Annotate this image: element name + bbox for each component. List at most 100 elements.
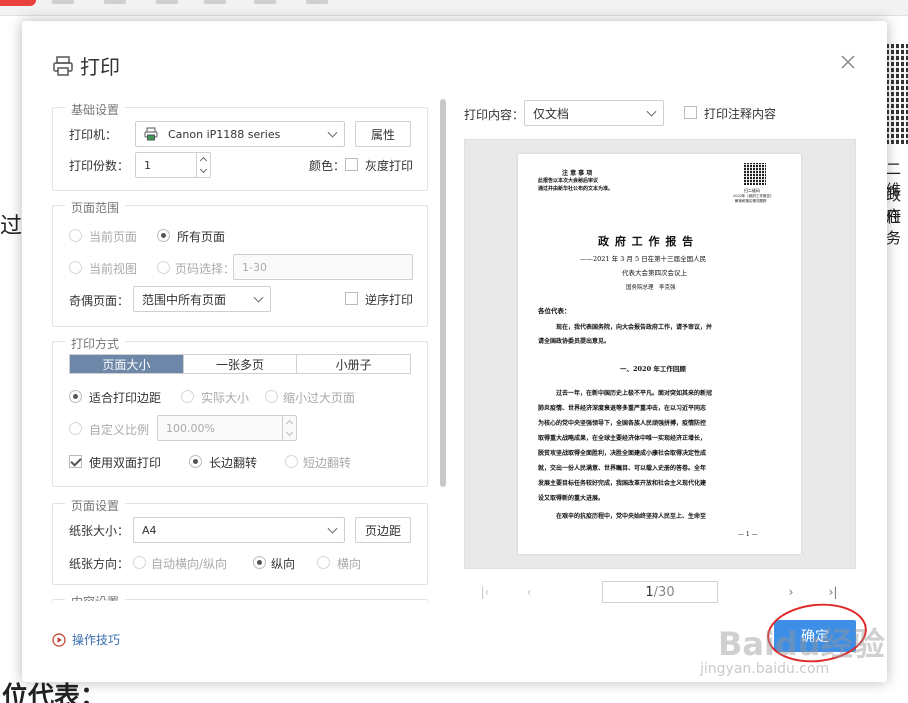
doc-body-line: 就，交出一份人民满意、世界瞩目、可以载入史册的答卷。全年: [538, 465, 707, 472]
current-view-radio[interactable]: [69, 261, 82, 274]
doc-paragraph: 现在，我代表国务院，向大会报告政府工作，请予审议，并: [556, 324, 713, 331]
doc-title: 政 府 工 作 报 告: [598, 235, 695, 248]
print-content-select[interactable]: 仅文档: [524, 100, 664, 126]
doc-greeting: 各位代表：: [538, 307, 571, 315]
paper-size-label: 纸张大小：: [69, 524, 130, 538]
page-select-radio[interactable]: [157, 261, 170, 274]
page-number-input[interactable]: 1/30: [602, 581, 718, 603]
page-setup-group: 页面设置 纸张大小： A4 页边距 纸张方向： 自动横向/纵向 纵向 横向: [52, 497, 428, 585]
tab-booklet[interactable]: 小册子: [296, 355, 410, 373]
current-page-radio[interactable]: [69, 229, 82, 242]
print-mode-group: 打印方式 页面大小 一张多页 小册子 适合打印边距 实际大小 缩小过大页面 自定…: [52, 335, 428, 487]
auto-orientation-label: 自动横向/纵向: [151, 557, 228, 571]
color-label: 颜色：: [309, 159, 346, 173]
odd-even-select[interactable]: 范围中所有页面: [133, 286, 271, 312]
toolbar-item: [52, 0, 74, 4]
watermark-brand: Baidu经验: [718, 625, 885, 663]
duplex-checkbox[interactable]: [69, 455, 82, 468]
all-pages-label: 所有页面: [177, 230, 226, 244]
page-range-group: 页面范围 当前页面 所有页面 当前视图 页码选择： 1-30 奇偶页面： 范围中…: [52, 199, 428, 327]
stepper-arrows[interactable]: [282, 416, 296, 440]
first-page-icon[interactable]: |‹: [478, 585, 492, 599]
custom-scale-label: 自定义比例: [89, 423, 150, 437]
current-page: 1: [645, 584, 654, 600]
odd-even-label: 奇偶页面：: [69, 294, 130, 308]
fit-margin-radio[interactable]: [69, 390, 82, 403]
doc-body-line: 取得重大战略成果，在全球主要经济体中唯一实现经济正增长，: [538, 435, 707, 442]
copies-value: 1: [144, 158, 151, 172]
chevron-down-icon: [327, 523, 338, 534]
paper-size-select[interactable]: A4: [133, 517, 345, 543]
group-legend: 打印方式: [65, 335, 126, 352]
doc-subtitle: ——2021 年 3 月 5 日在第十三届全国人民: [580, 255, 707, 263]
group-legend: 基础设置: [65, 101, 126, 118]
grayscale-checkbox[interactable]: [345, 158, 358, 171]
next-page-icon[interactable]: ›: [784, 585, 798, 599]
orientation-label: 纸张方向：: [69, 557, 130, 571]
paper-size-value: A4: [142, 523, 157, 537]
current-page-label: 当前页面: [89, 230, 138, 244]
scale-stepper[interactable]: 100.00%: [157, 415, 297, 441]
preview-qr-code: [744, 163, 766, 185]
print-content-value: 仅文档: [533, 106, 570, 121]
play-icon: [52, 632, 66, 647]
printer-small-icon: [144, 127, 158, 141]
doc-body-line: 脱贫攻坚战取得全面胜利，决胜全面建成小康社会取得决定性成: [538, 450, 707, 457]
margin-button[interactable]: 页边距: [355, 517, 411, 543]
scale-value: 100.00%: [166, 421, 215, 435]
prev-page-icon[interactable]: ‹: [522, 585, 536, 599]
custom-scale-radio[interactable]: [69, 422, 82, 435]
print-comments-label: 打印注释内容: [704, 107, 777, 121]
chevron-down-icon: [646, 106, 657, 117]
portrait-radio[interactable]: [253, 556, 266, 569]
basic-settings-group: 基础设置 打印机： Canon iP1188 series 属性 打印份数： 1…: [52, 101, 428, 191]
fit-margin-label: 适合打印边距: [89, 391, 162, 405]
duplex-label: 使用双面打印: [89, 456, 162, 470]
background-toolbar: [0, 0, 908, 16]
group-legend: 内容设置: [65, 593, 126, 601]
properties-button[interactable]: 属性: [355, 121, 411, 147]
toolbar-item: [306, 0, 328, 4]
long-edge-radio[interactable]: [189, 455, 202, 468]
preview-page: 注 意 事 项 此报告以本次大会秘后审议 通过并由新华社公布的文本为准。 扫二维…: [518, 154, 801, 554]
toolbar-item: [156, 0, 178, 4]
doc-body-line: 为核心的党中央坚强领导下，全国各族人民顽强拼搏，疫情防控: [538, 420, 707, 427]
toolbar-item: [104, 0, 126, 4]
reverse-print-label: 逆序打印: [365, 293, 414, 307]
last-page-icon[interactable]: ›|: [826, 585, 840, 599]
settings-scrollbar[interactable]: [440, 99, 446, 487]
tab-page-size[interactable]: 页面大小: [70, 355, 183, 373]
chevron-down-icon: [253, 292, 264, 303]
total-pages: /30: [653, 584, 675, 600]
all-pages-radio[interactable]: [157, 229, 170, 242]
mode-tabs: 页面大小 一张多页 小册子: [69, 354, 411, 374]
qr-caption: 解读和落实情况跟踪: [735, 199, 767, 203]
page-number: — 1 —: [738, 531, 758, 538]
tips-link[interactable]: 操作技巧: [52, 631, 120, 648]
actual-size-radio[interactable]: [181, 390, 194, 403]
tab-multi-page[interactable]: 一张多页: [182, 355, 297, 373]
landscape-radio[interactable]: [317, 556, 330, 569]
grayscale-label: 灰度打印: [365, 159, 414, 173]
printer-select[interactable]: Canon iP1188 series: [135, 121, 345, 147]
reverse-print-checkbox[interactable]: [345, 292, 358, 305]
odd-even-value: 范围中所有页面: [142, 292, 227, 307]
doc-subtitle: 代表大会第四次会议上: [622, 269, 687, 277]
notice-line: 通过并由新华社公布的文本为准。: [538, 186, 614, 192]
background-qr-overlay: [886, 44, 908, 144]
short-edge-radio[interactable]: [285, 455, 298, 468]
page-select-label: 页码选择：: [175, 262, 236, 276]
short-edge-label: 短边翻转: [303, 456, 352, 470]
stepper-arrows[interactable]: [196, 153, 210, 177]
copies-stepper[interactable]: 1: [135, 152, 211, 178]
print-comments-checkbox[interactable]: [684, 106, 697, 119]
actual-size-label: 实际大小: [201, 391, 250, 405]
shrink-large-radio[interactable]: [265, 390, 278, 403]
page-range-input[interactable]: 1-30: [233, 254, 413, 280]
tips-link-text: 操作技巧: [72, 633, 121, 647]
auto-orientation-radio[interactable]: [133, 556, 146, 569]
close-icon[interactable]: [839, 53, 857, 71]
doc-author: 国务院总理 李克强: [626, 285, 676, 291]
printer-label: 打印机：: [69, 128, 118, 142]
doc-body-line: 设又取得新的重大进展。: [538, 495, 605, 502]
